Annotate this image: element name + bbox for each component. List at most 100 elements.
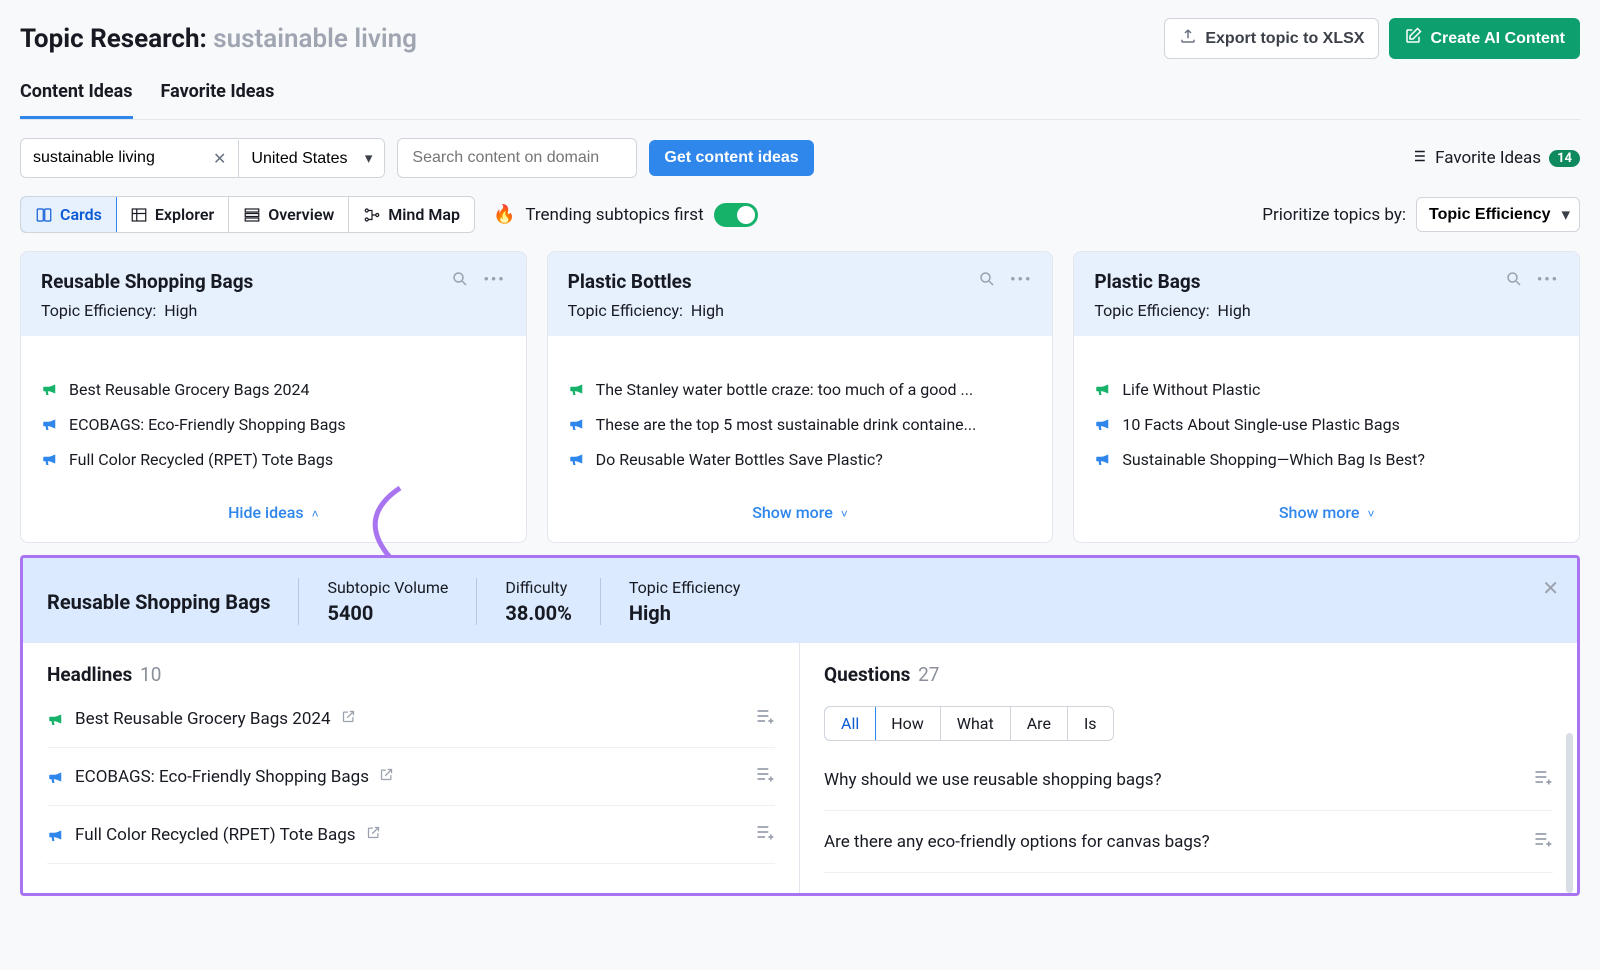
question-filter-is[interactable]: Is [1068, 707, 1113, 740]
metric-value: High [629, 601, 740, 625]
headline-row[interactable]: Full Color Recycled (RPET) Tote Bags [47, 806, 775, 864]
location-select[interactable]: United States [238, 140, 384, 177]
page-title: Topic Research: sustainable living [20, 24, 417, 54]
metric-label: Difficulty [505, 578, 571, 597]
add-to-list-icon[interactable] [1533, 829, 1553, 854]
table-icon [130, 206, 148, 224]
idea-item[interactable]: Life Without Plastic [1094, 372, 1559, 407]
prioritize-select[interactable]: Topic Efficiency [1416, 197, 1580, 232]
cards-icon [35, 206, 53, 224]
bullhorn-icon [47, 826, 65, 844]
card-title: Plastic Bottles [568, 270, 692, 293]
metric-value: 5400 [327, 601, 448, 625]
card-efficiency: Topic Efficiency: High [1094, 301, 1559, 320]
view-mindmap-button[interactable]: Mind Map [349, 197, 474, 232]
idea-item[interactable]: Sustainable Shopping—Which Bag Is Best? [1094, 442, 1559, 477]
topic-card: Reusable Shopping Bags•••Topic Efficienc… [20, 251, 527, 543]
more-icon[interactable]: ••• [1010, 270, 1032, 292]
topic-input[interactable] [21, 139, 201, 177]
card-toggle-link[interactable]: Show more ˅ [752, 503, 848, 522]
question-filter-all[interactable]: All [824, 706, 876, 741]
idea-item[interactable]: These are the top 5 most sustainable dri… [568, 407, 1033, 442]
search-icon[interactable] [1505, 270, 1523, 292]
bullhorn-icon [568, 450, 586, 468]
idea-item[interactable]: Full Color Recycled (RPET) Tote Bags [41, 442, 506, 477]
card-title: Reusable Shopping Bags [41, 270, 253, 293]
card-efficiency: Topic Efficiency: High [568, 301, 1033, 320]
bullhorn-icon [41, 450, 59, 468]
card-title: Plastic Bags [1094, 270, 1200, 293]
edit-icon [1404, 27, 1422, 50]
view-segmented-control: Cards Explorer Overview Mind Map [20, 196, 475, 233]
bullhorn-icon [47, 768, 65, 786]
question-filter-are[interactable]: Are [1011, 707, 1068, 740]
question-row[interactable]: Why should we use reusable shopping bags… [824, 749, 1553, 811]
headlines-count: 10 [140, 663, 161, 686]
question-filter-how[interactable]: How [875, 707, 941, 740]
bullhorn-icon [1094, 450, 1112, 468]
view-overview-button[interactable]: Overview [229, 197, 349, 232]
bullhorn-icon [41, 380, 59, 398]
bullhorn-icon [568, 415, 586, 433]
domain-search-input[interactable] [397, 138, 637, 178]
favorite-count-badge: 14 [1549, 150, 1580, 167]
mindmap-icon [363, 206, 381, 224]
topic-card: Plastic Bags ••• Topic Efficiency: High Lif… [1073, 251, 1580, 543]
overview-icon [243, 206, 261, 224]
export-xlsx-button[interactable]: Export topic to XLSX [1164, 18, 1379, 59]
topic-detail-panel: Reusable Shopping Bags Subtopic Volume 5… [20, 555, 1580, 896]
headline-row[interactable]: ECOBAGS: Eco-Friendly Shopping Bags [47, 748, 775, 806]
external-link-icon[interactable] [341, 709, 356, 728]
view-explorer-button[interactable]: Explorer [116, 197, 229, 232]
search-icon[interactable] [451, 270, 469, 292]
questions-heading: Questions [824, 663, 910, 686]
idea-item[interactable]: 10 Facts About Single-use Plastic Bags [1094, 407, 1559, 442]
topic-card: Plastic Bottles ••• Topic Efficiency: High… [547, 251, 1054, 543]
clear-topic-icon[interactable]: ✕ [201, 149, 238, 168]
favorite-ideas-link[interactable]: Favorite Ideas 14 [1409, 147, 1580, 170]
topic-location-input: ✕ United States [20, 138, 385, 178]
upload-icon [1179, 27, 1197, 50]
card-toggle-link[interactable]: Hide ideas ˄ [228, 503, 319, 522]
idea-item[interactable]: Do Reusable Water Bottles Save Plastic? [568, 442, 1033, 477]
get-content-ideas-button[interactable]: Get content ideas [649, 140, 813, 176]
idea-item[interactable]: Best Reusable Grocery Bags 2024 [41, 372, 506, 407]
bullhorn-icon [47, 710, 65, 728]
question-row[interactable]: Are there any eco-friendly options for c… [824, 811, 1553, 873]
create-ai-content-button[interactable]: Create AI Content [1389, 18, 1580, 59]
tab-content-ideas[interactable]: Content Ideas [20, 71, 133, 119]
bullhorn-icon [568, 380, 586, 398]
trending-toggle[interactable] [714, 203, 758, 227]
close-icon[interactable]: ✕ [1542, 576, 1559, 600]
trending-label: Trending subtopics first [525, 205, 703, 225]
headlines-heading: Headlines [47, 663, 132, 686]
prioritize-label: Prioritize topics by: [1262, 205, 1406, 225]
question-filter-segment: AllHowWhatAreIs [824, 706, 1114, 741]
metric-label: Topic Efficiency [629, 578, 740, 597]
external-link-icon[interactable] [366, 825, 381, 844]
idea-item[interactable]: ECOBAGS: Eco-Friendly Shopping Bags [41, 407, 506, 442]
detail-title: Reusable Shopping Bags [47, 590, 298, 614]
bullhorn-icon [41, 415, 59, 433]
add-to-list-icon[interactable] [755, 764, 775, 789]
question-filter-what[interactable]: What [941, 707, 1011, 740]
add-to-list-icon[interactable] [755, 822, 775, 847]
add-to-list-icon[interactable] [755, 706, 775, 731]
idea-item[interactable]: The Stanley water bottle craze: too much… [568, 372, 1033, 407]
bullhorn-icon [1094, 415, 1112, 433]
tab-favorite-ideas[interactable]: Favorite Ideas [161, 71, 275, 119]
card-toggle-link[interactable]: Show more ˅ [1279, 503, 1375, 522]
questions-count: 27 [918, 663, 939, 686]
flame-icon: 🔥 [493, 204, 515, 225]
add-to-list-icon[interactable] [1533, 767, 1553, 792]
title-topic: sustainable living [213, 24, 417, 54]
external-link-icon[interactable] [379, 767, 394, 786]
more-icon[interactable]: ••• [1537, 270, 1559, 292]
scrollbar[interactable] [1566, 733, 1573, 893]
list-icon [1409, 147, 1427, 170]
search-icon[interactable] [978, 270, 996, 292]
more-icon[interactable]: ••• [483, 270, 505, 292]
view-cards-button[interactable]: Cards [20, 196, 117, 233]
bullhorn-icon [1094, 380, 1112, 398]
headline-row[interactable]: Best Reusable Grocery Bags 2024 [47, 690, 775, 748]
